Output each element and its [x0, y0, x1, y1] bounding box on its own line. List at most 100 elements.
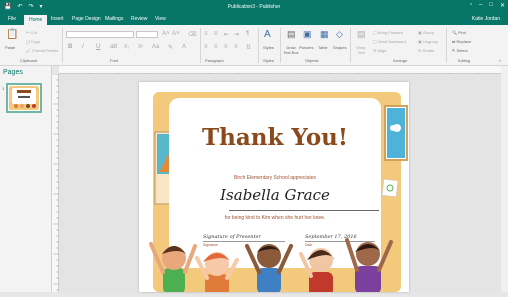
tab-page-design[interactable]: Page Design [72, 16, 101, 22]
pages-pane: Pages 1 [0, 66, 52, 292]
numbering-icon[interactable]: ≡ [214, 31, 218, 37]
bold-button[interactable]: B [68, 44, 72, 50]
font-color-icon[interactable]: A [182, 44, 186, 50]
font-family-select[interactable] [66, 31, 134, 38]
bring-forward-button[interactable]: ▢ Bring Forward [373, 30, 403, 35]
increase-indent-icon[interactable]: ⇥ [234, 31, 239, 38]
separator [350, 28, 351, 63]
maximize-icon[interactable]: □ [489, 2, 493, 9]
strikethrough-icon[interactable]: аb̸ [110, 44, 117, 50]
group-label: Group [422, 30, 435, 35]
cheering-children-illustration [149, 238, 393, 292]
certificate-page[interactable]: Thank You! Birch Elementary School appre… [139, 82, 409, 292]
align-button[interactable]: ☰ Align [373, 48, 386, 53]
certificate-heading[interactable]: Thank You! [169, 124, 381, 151]
show-paragraph-marks-icon[interactable]: ¶ [246, 31, 249, 37]
appreciates-line[interactable]: Birch Elementary School appreciates [169, 175, 381, 181]
separator [280, 28, 281, 63]
classroom-window-right [381, 105, 408, 197]
tab-view[interactable]: View [155, 16, 166, 22]
wrap-text-button[interactable]: Wrap Text [353, 45, 369, 55]
find-button[interactable]: 🔍 Find [452, 30, 466, 35]
pictures-icon[interactable]: ▣ [303, 29, 312, 40]
tab-home[interactable]: Home [24, 15, 48, 25]
cut-label: Cut [30, 30, 37, 35]
highlight-icon[interactable]: ✎ [168, 44, 173, 51]
window-controls: ▫ – □ ✕ [470, 2, 505, 9]
separator [446, 28, 447, 63]
send-backward-label: Send Backward [377, 39, 406, 44]
copy-label: Copy [30, 39, 41, 44]
tab-file[interactable]: File [8, 16, 16, 22]
vertical-scrollbar[interactable] [501, 66, 508, 292]
tab-review[interactable]: Review [131, 16, 147, 22]
group-label-objects: Objects [305, 58, 319, 63]
bullets-icon[interactable]: ≡ [204, 31, 208, 37]
ungroup-button[interactable]: ▣ Ungroup [418, 39, 438, 44]
font-size-select[interactable] [136, 31, 158, 38]
paste-button[interactable]: Paste [5, 45, 15, 50]
select-label: Select [456, 48, 468, 53]
styles-icon[interactable]: A [264, 29, 271, 40]
grow-font-icon[interactable]: A˄ [162, 31, 170, 37]
recipient-name[interactable]: Isabella Grace [169, 186, 381, 204]
close-icon[interactable]: ✕ [500, 2, 505, 9]
copy-button[interactable]: ❏ Copy [26, 39, 40, 44]
pages-pane-title: Pages [3, 69, 23, 76]
page-thumbnail[interactable] [6, 83, 42, 113]
paste-icon[interactable]: 📋 [6, 29, 18, 40]
wrap-text-icon[interactable]: ▤ [357, 29, 366, 40]
collapse-ribbon-icon[interactable]: ˄ [499, 58, 501, 63]
minimize-icon[interactable]: – [479, 2, 482, 9]
draw-text-box-icon[interactable]: ▤ [287, 29, 296, 40]
vertical-ruler-ticks [53, 73, 59, 291]
draw-text-box-button[interactable]: Draw Text Box [283, 45, 299, 55]
justify-icon[interactable]: ≡ [234, 44, 238, 50]
ribbon-display-icon[interactable]: ▫ [470, 2, 472, 9]
format-painter-label: Format Painter [32, 48, 59, 53]
pictures-button[interactable]: Pictures [299, 45, 313, 50]
format-painter-button[interactable]: 🖌 Format Painter [26, 48, 59, 53]
line-spacing-icon[interactable]: ⇅ [246, 44, 251, 51]
clear-formatting-icon[interactable]: ⌫ [188, 31, 196, 38]
italic-button[interactable]: I [82, 44, 84, 50]
shrink-font-icon[interactable]: A˅ [172, 31, 180, 37]
vertical-ruler[interactable] [52, 73, 59, 292]
user-name[interactable]: Katie Jordan [472, 16, 500, 22]
group-button[interactable]: ▣ Group [418, 30, 434, 35]
page-number: 1 [2, 86, 5, 91]
ribbon-tabs: File Home Insert Page Design Mailings Re… [0, 14, 508, 25]
reason-line[interactable]: for being kind to Kim when she hurt her … [169, 215, 381, 221]
align-right-icon[interactable]: ≡ [224, 44, 228, 50]
decrease-indent-icon[interactable]: ⇤ [224, 31, 229, 38]
rotate-button[interactable]: ⟳ Rotate [418, 48, 434, 53]
select-button[interactable]: ⇱ Select [452, 48, 468, 53]
shapes-button[interactable]: Shapes [333, 45, 347, 50]
align-left-icon[interactable]: ≡ [204, 44, 208, 50]
change-case-icon[interactable]: Aa [152, 44, 159, 50]
table-button[interactable]: Table [318, 45, 328, 50]
separator [258, 28, 259, 63]
group-label-font: Font [110, 58, 119, 63]
underline-button[interactable]: U [96, 44, 100, 50]
align-center-icon[interactable]: ≡ [214, 44, 218, 50]
window-title: Publication3 - Publisher [227, 4, 281, 10]
align-label: Align [377, 48, 387, 53]
superscript-icon[interactable]: X² [138, 44, 143, 50]
tab-insert[interactable]: Insert [51, 16, 64, 22]
group-label-editing: Editing [458, 58, 471, 63]
group-label-clipboard: Clipboard [20, 58, 38, 63]
horizontal-ruler[interactable] [58, 66, 501, 79]
send-backward-button[interactable]: ▢ Send Backward [373, 39, 406, 44]
child-3 [245, 244, 293, 292]
tab-mailings[interactable]: Mailings [105, 16, 123, 22]
rotate-label: Rotate [422, 48, 435, 53]
subscript-icon[interactable]: X₂ [124, 44, 129, 50]
child-1 [149, 242, 197, 292]
table-icon[interactable]: ▦ [320, 29, 329, 40]
shapes-icon[interactable]: ◇ [336, 29, 343, 40]
replace-button[interactable]: ⇄ Replace [452, 39, 471, 44]
styles-button[interactable]: Styles [263, 45, 274, 50]
cut-button[interactable]: ✂ Cut [26, 30, 37, 35]
document-canvas[interactable]: Thank You! Birch Elementary School appre… [59, 74, 501, 292]
